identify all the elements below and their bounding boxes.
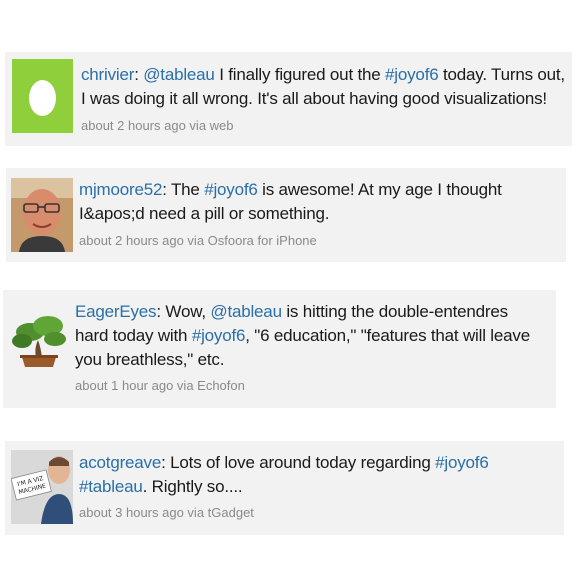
mention-link[interactable]: @tableau [143, 65, 215, 84]
hashtag-link[interactable]: #joyof6 [385, 65, 439, 84]
timestamp[interactable]: about 2 hours ago [81, 118, 186, 133]
tweet-text: acotgreave: Lots of love around today re… [79, 451, 557, 499]
username-link[interactable]: mjmoore52 [79, 180, 162, 199]
tweet-text: EagerEyes: Wow, @tableau is hitting the … [75, 300, 545, 372]
tweet-text-fragment: : Lots of love around today regarding [161, 453, 436, 472]
tweet-meta: about 2 hours ago via Osfoora for iPhone [79, 233, 317, 249]
username-link[interactable]: chrivier [81, 65, 134, 84]
tweet-card: EagerEyes: Wow, @tableau is hitting the … [3, 290, 556, 408]
tweet-card: mjmoore52: The #joyof6 is awesome! At my… [6, 168, 566, 262]
tweet-meta: about 1 hour ago via Echofon [75, 378, 245, 394]
timestamp[interactable]: about 3 hours ago [79, 505, 184, 520]
tweet-text: mjmoore52: The #joyof6 is awesome! At my… [79, 178, 559, 226]
via-source: via web [185, 118, 234, 133]
tweet-meta: about 3 hours ago via tGadget [79, 505, 254, 521]
tweet-text-fragment: : Wow, [156, 302, 211, 321]
via-source: via Echofon [173, 378, 245, 393]
tweet-card: chrivier: @tableau I finally figured out… [5, 52, 572, 146]
tweet-text-fragment: : [134, 65, 144, 84]
bonsai-tree-avatar-icon[interactable] [8, 310, 70, 372]
hashtag-link[interactable]: #joyof6 [192, 326, 246, 345]
tweet-meta: about 2 hours ago via web [81, 118, 234, 134]
hashtag-link[interactable]: #joyof6 [204, 180, 258, 199]
hashtag-link[interactable]: #tableau [79, 477, 143, 496]
man-with-glasses-avatar-icon[interactable] [11, 178, 73, 252]
tweet-card: I'M A VIZ MACHINE acotgreave: Lots of lo… [5, 441, 564, 535]
username-link[interactable]: EagerEyes [75, 302, 157, 321]
viz-machine-sign-avatar-icon[interactable]: I'M A VIZ MACHINE [11, 450, 73, 524]
timestamp[interactable]: about 2 hours ago [79, 233, 184, 248]
tweet-text-fragment: I finally figured out the [214, 65, 386, 84]
tweet-text-fragment: : The [162, 180, 205, 199]
hashtag-link[interactable]: #joyof6 [435, 453, 489, 472]
via-source: via Osfoora for iPhone [183, 233, 317, 248]
egg-avatar-icon[interactable] [12, 59, 73, 133]
timestamp[interactable]: about 1 hour ago [75, 378, 173, 393]
mention-link[interactable]: @tableau [210, 302, 282, 321]
via-source: via tGadget [183, 505, 254, 520]
tweet-text: chrivier: @tableau I finally figured out… [81, 63, 566, 111]
tweet-text-fragment: . Rightly so.... [142, 477, 243, 496]
username-link[interactable]: acotgreave [79, 453, 161, 472]
